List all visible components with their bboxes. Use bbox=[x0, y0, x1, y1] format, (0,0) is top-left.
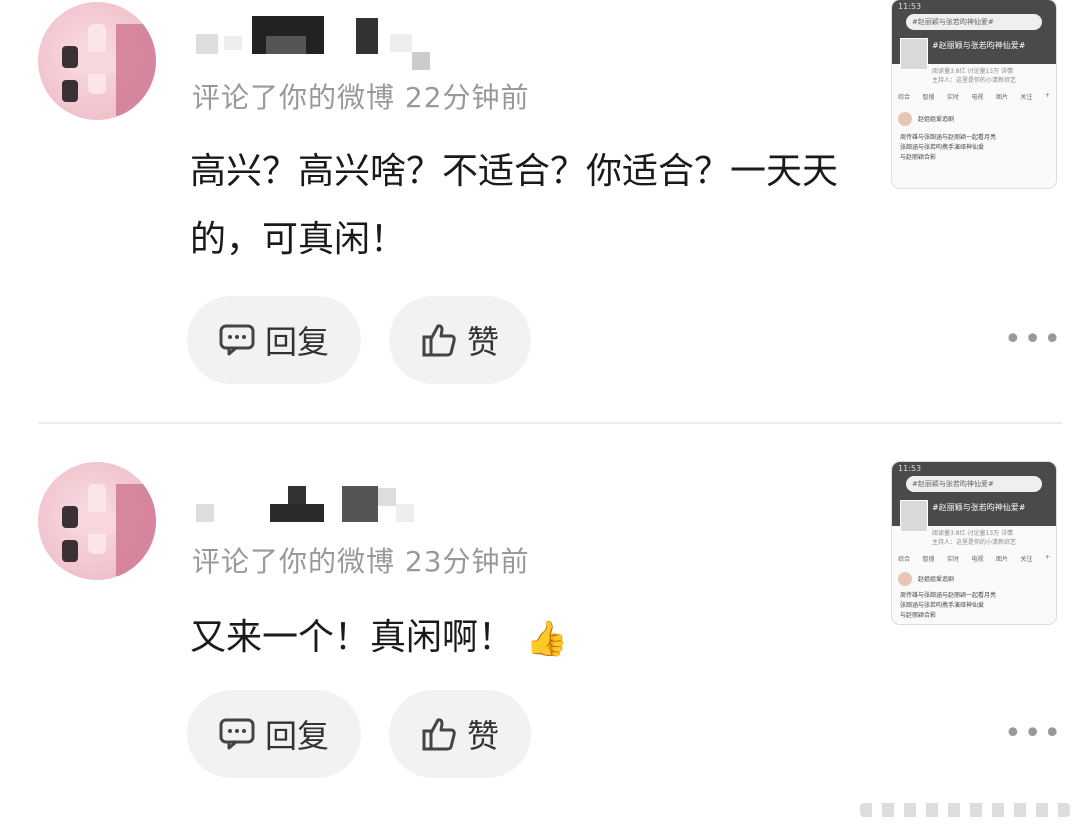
thumbnail-photo bbox=[900, 38, 928, 70]
comment-meta: 评论了你的微博 22分钟前 bbox=[192, 81, 530, 114]
comment-icon bbox=[219, 324, 255, 356]
thumbnail-post-3: 与赵丽颖合影 bbox=[900, 612, 937, 619]
attached-screenshot-thumbnail[interactable]: 11:53 #赵丽颖与张若昀神仙爱# #赵丽颖与张若昀神仙爱# 阅读量3.8亿 … bbox=[892, 462, 1056, 624]
thumbnail-tab: 实时 bbox=[946, 94, 959, 101]
comment-item: 评论了你的微博 23分钟前 又来一个！真闲啊！ 👍 回复 赞 ••• 11:53… bbox=[0, 424, 1080, 828]
thumbnail-tab: 关注 bbox=[1020, 556, 1033, 563]
thumbs-up-icon bbox=[422, 324, 456, 357]
reply-label: 回复 bbox=[264, 323, 329, 361]
thumbnail-avatar bbox=[898, 572, 912, 586]
comment-meta: 评论了你的微博 23分钟前 bbox=[192, 545, 530, 578]
watermark-bar bbox=[860, 803, 1070, 817]
thumbnail-search: #赵丽颖与张若昀神仙爱# bbox=[906, 476, 1042, 492]
more-icon[interactable]: ••• bbox=[1004, 322, 1063, 357]
thumbnail-info-1: 阅读量3.8亿 讨论量13万 详情 bbox=[932, 68, 1013, 75]
thumbnail-tab: + bbox=[1044, 92, 1050, 99]
username-mosaic[interactable] bbox=[196, 16, 436, 70]
thumbnail-tab: 智搜 bbox=[922, 94, 935, 101]
thumbnail-avatar bbox=[898, 112, 912, 126]
reply-button[interactable]: 回复 bbox=[187, 296, 361, 384]
thumbnail-topic: #赵丽颖与张若昀神仙爱# bbox=[932, 503, 1026, 512]
thumbnail-tab: 综合 bbox=[898, 556, 911, 563]
comment-text: 又来一个！真闲啊！ 👍 bbox=[190, 604, 870, 673]
thumbnail-status-time: 11:53 bbox=[898, 2, 922, 11]
like-button[interactable]: 赞 bbox=[389, 296, 531, 384]
like-label: 赞 bbox=[466, 717, 499, 755]
thumbnail-post-3: 与赵丽颖合影 bbox=[900, 154, 937, 161]
thumbnail-photo bbox=[900, 500, 928, 532]
avatar[interactable] bbox=[38, 2, 156, 120]
avatar-censor-mosaic bbox=[116, 24, 156, 116]
thumbnail-post-1: 周传雄与张韶涵与赵丽颖一起看月亮 bbox=[900, 134, 997, 141]
thumbnail-topic: #赵丽颖与张若昀神仙爱# bbox=[932, 41, 1026, 50]
reply-label: 回复 bbox=[264, 717, 329, 755]
thumbnail-tabs: 综合 智搜 实时 电视 图片 关注 + bbox=[898, 92, 1050, 101]
thumbnail-post-1: 周传雄与张韶涵与赵丽颖一起看月亮 bbox=[900, 592, 997, 599]
comment-icon bbox=[219, 718, 255, 750]
avatar-censor-mosaic bbox=[116, 484, 156, 576]
avatar[interactable] bbox=[38, 462, 156, 580]
username-mosaic[interactable] bbox=[196, 482, 436, 522]
like-button[interactable]: 赞 bbox=[389, 690, 531, 778]
thumbnail-post-2: 张韶涵与张若昀携手演绎神仙爱 bbox=[900, 602, 985, 609]
thumbnail-info-2: 主持人：这里是你的小清新综艺 bbox=[932, 539, 1017, 546]
thumbs-up-icon bbox=[422, 718, 456, 751]
thumbnail-tab: 图片 bbox=[995, 556, 1008, 563]
comment-item: 评论了你的微博 22分钟前 高兴？高兴啥？不适合？你适合？一天天的，可真闲！ 回… bbox=[0, 0, 1080, 422]
thumbnail-user: 赵姐姐爱追剧 bbox=[918, 116, 955, 123]
thumbnail-tab: 实时 bbox=[946, 556, 959, 563]
thumbs-up-emoji-icon: 👍 bbox=[525, 619, 568, 659]
thumbnail-tab: 综合 bbox=[898, 94, 911, 101]
thumbnail-tabs: 综合 智搜 实时 电视 图片 关注 + bbox=[898, 554, 1050, 563]
thumbnail-user: 赵姐姐爱追剧 bbox=[918, 576, 955, 583]
attached-screenshot-thumbnail[interactable]: 11:53 #赵丽颖与张若昀神仙爱# #赵丽颖与张若昀神仙爱# 阅读量3.8亿 … bbox=[892, 0, 1056, 188]
more-icon[interactable]: ••• bbox=[1004, 716, 1063, 751]
like-label: 赞 bbox=[466, 323, 499, 361]
thumbnail-tab: 图片 bbox=[995, 94, 1008, 101]
thumbnail-tab: 智搜 bbox=[922, 556, 935, 563]
reply-button[interactable]: 回复 bbox=[187, 690, 361, 778]
thumbnail-tab: 关注 bbox=[1020, 94, 1033, 101]
thumbnail-info-1: 阅读量3.8亿 讨论量13万 详情 bbox=[932, 530, 1013, 537]
thumbnail-status-time: 11:53 bbox=[898, 464, 922, 473]
comment-text: 高兴？高兴啥？不适合？你适合？一天天的，可真闲！ bbox=[190, 138, 870, 274]
thumbnail-tab: + bbox=[1044, 554, 1050, 561]
thumbnail-tab: 电视 bbox=[971, 94, 984, 101]
comment-text-content: 高兴？高兴啥？不适合？你适合？一天天的，可真闲！ bbox=[190, 151, 839, 260]
thumbnail-search: #赵丽颖与张若昀神仙爱# bbox=[906, 14, 1042, 30]
thumbnail-info-2: 主持人：这里是你的小清新综艺 bbox=[932, 77, 1017, 84]
comment-text-content: 又来一个！真闲啊！ bbox=[190, 617, 515, 658]
thumbnail-post-2: 张韶涵与张若昀携手演绎神仙爱 bbox=[900, 144, 985, 151]
thumbnail-tab: 电视 bbox=[971, 556, 984, 563]
